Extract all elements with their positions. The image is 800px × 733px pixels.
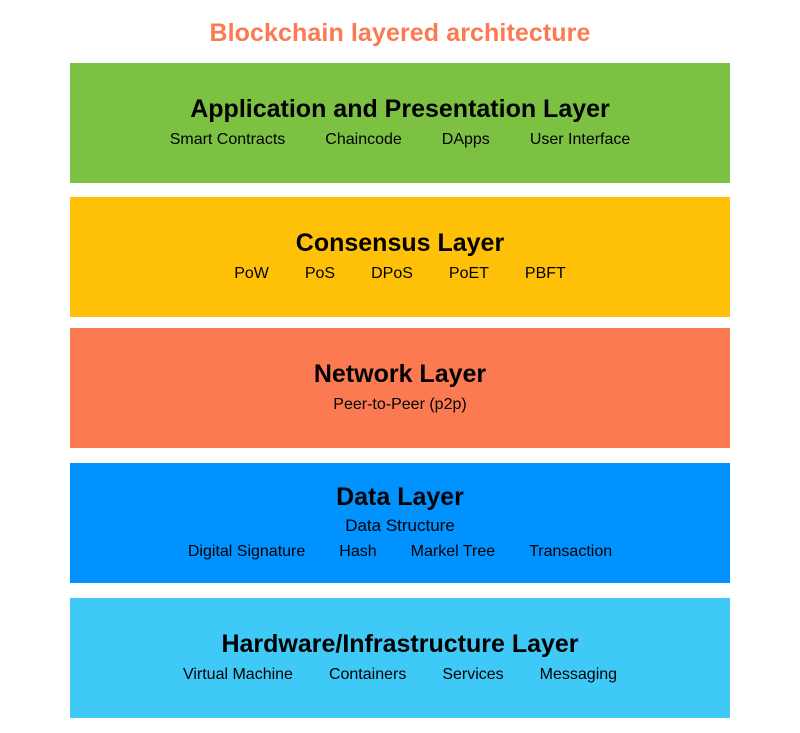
- layer-title: Application and Presentation Layer: [190, 95, 610, 124]
- layer-application-and-presentation: Application and Presentation Layer Smart…: [70, 63, 730, 183]
- layer-subtitle: Data Structure: [345, 516, 455, 536]
- layer-item-list: Virtual Machine Containers Services Mess…: [183, 665, 617, 686]
- blockchain-layered-architecture-diagram: Blockchain layered architecture Applicat…: [0, 0, 800, 733]
- layer-hardware-infrastructure: Hardware/Infrastructure Layer Virtual Ma…: [70, 598, 730, 718]
- layer-item: PoET: [448, 264, 489, 282]
- layer-network: Network Layer Peer-to-Peer (p2p): [70, 328, 730, 448]
- layer-title: Hardware/Infrastructure Layer: [221, 630, 579, 659]
- layer-item: Smart Contracts: [169, 130, 286, 148]
- layer-title: Data Layer: [336, 482, 464, 511]
- layer-item: Hash: [339, 543, 377, 561]
- layer-item-list: Smart Contracts Chaincode DApps User Int…: [170, 130, 631, 151]
- layer-item: DApps: [441, 130, 490, 148]
- page-title: Blockchain layered architecture: [209, 19, 591, 47]
- layer-item-list: Peer-to-Peer (p2p): [333, 395, 466, 416]
- layer-item: Transaction: [529, 543, 613, 561]
- layer-title: Network Layer: [313, 360, 487, 389]
- layer-item: PoS: [304, 264, 336, 282]
- layer-item: Virtual Machine: [182, 665, 293, 683]
- layer-item-list: PoW PoS DPoS PoET PBFT: [234, 264, 566, 285]
- layer-item: Services: [442, 665, 504, 683]
- layer-item: PoW: [234, 264, 269, 282]
- layer-data: Data Layer Data Structure Digital Signat…: [70, 463, 730, 583]
- layer-item: PBFT: [524, 264, 566, 282]
- layer-item: Peer-to-Peer (p2p): [333, 395, 467, 413]
- layer-item: User Interface: [529, 130, 631, 148]
- layer-item: Chaincode: [325, 130, 402, 148]
- layer-item: Messaging: [539, 665, 618, 683]
- layer-consensus: Consensus Layer PoW PoS DPoS PoET PBFT: [70, 197, 730, 317]
- layer-item: DPoS: [371, 264, 413, 282]
- layer-item: Markel Tree: [410, 543, 496, 561]
- layer-item-list: Digital Signature Hash Markel Tree Trans…: [188, 542, 612, 563]
- layer-item: Digital Signature: [187, 543, 306, 561]
- layer-title: Consensus Layer: [295, 229, 505, 258]
- layer-item: Containers: [328, 665, 407, 683]
